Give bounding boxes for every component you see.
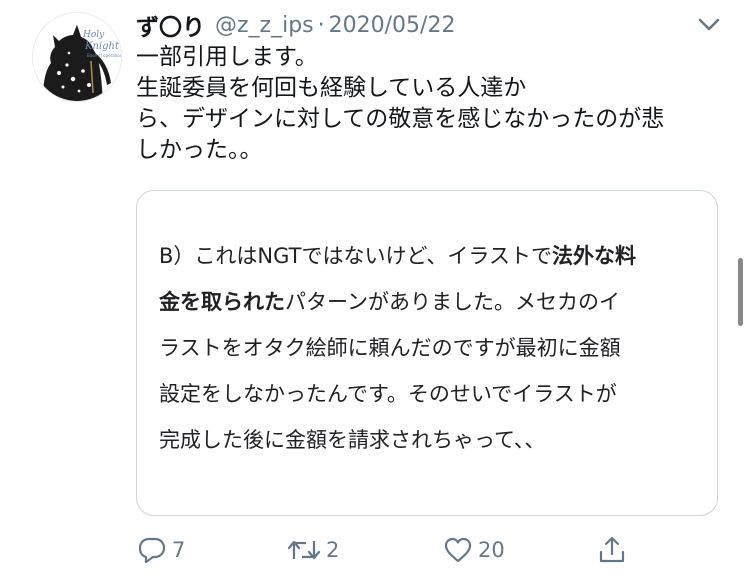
avatar[interactable]: Holy Knight Base of operations (32, 12, 122, 102)
card-line: 金を取られたパターンがありました。メセカのイ (159, 279, 636, 325)
card-line-bold: 法外な料 (552, 244, 636, 268)
card-line: 完成した後に金額を請求されちゃって、、 (159, 428, 546, 452)
retweet-count: 2 (326, 538, 340, 562)
tweet-header: ず〇り @z_z_ips · 2020/05/22 (136, 8, 456, 42)
display-name[interactable]: ず〇り (136, 8, 205, 42)
card-text: B）これはNGTではないけど、イラストで法外な料 金を取られたパターンがありまし… (159, 233, 636, 463)
reply-button[interactable]: 7 (136, 530, 185, 570)
heart-icon (444, 537, 472, 563)
chevron-down-icon (698, 18, 720, 31)
retweet-button[interactable]: 2 (286, 530, 339, 570)
scrollbar-thumb[interactable] (738, 258, 743, 326)
avatar-logo-text: Holy (82, 30, 105, 40)
card-line-text: パターンがありました。メセカのイ (285, 290, 620, 314)
tweet-text: 一部引用します。 生誕委員を何回も経験している人達か ら、デザインに対しての敬意… (136, 42, 726, 166)
card-line-bold: 金を取られた (159, 290, 285, 314)
quoted-image-card[interactable]: B）これはNGTではないけど、イラストで法外な料 金を取られたパターンがありまし… (136, 190, 718, 516)
retweet-icon (287, 540, 321, 560)
svg-text:Knight: Knight (84, 41, 120, 52)
reply-count: 7 (172, 538, 186, 562)
tweet-date[interactable]: 2020/05/22 (329, 13, 456, 38)
more-options-button[interactable] (694, 12, 724, 36)
tweet-text-line: しかった。。 (136, 137, 263, 163)
card-line: 設定をしなかったんです。そのせいでイラストが (159, 382, 617, 406)
tweet-text-line: 生誕委員を何回も経験している人達か (136, 75, 527, 101)
card-line: ラストをオタク絵師に頼んだのですが最初に金額 (159, 336, 621, 360)
share-icon (599, 536, 625, 563)
tweet-actions: 7 2 20 (136, 530, 636, 570)
card-line-text: B）これはNGTではないけど、イラストで (159, 244, 552, 268)
tweet-text-line: 一部引用します。 (136, 44, 318, 70)
reply-icon (138, 537, 166, 564)
like-button[interactable]: 20 (442, 530, 505, 570)
user-handle[interactable]: @z_z_ips (215, 13, 314, 38)
card-line: B）これはNGTではないけど、イラストで法外な料 (159, 233, 636, 279)
tweet-text-line: ら、デザインに対しての敬意を感じなかったのが悲 (136, 106, 665, 132)
share-button[interactable] (596, 530, 628, 570)
separator: · (317, 12, 325, 38)
svg-text:Base of operations: Base of operations (87, 53, 121, 58)
like-count: 20 (478, 538, 505, 562)
